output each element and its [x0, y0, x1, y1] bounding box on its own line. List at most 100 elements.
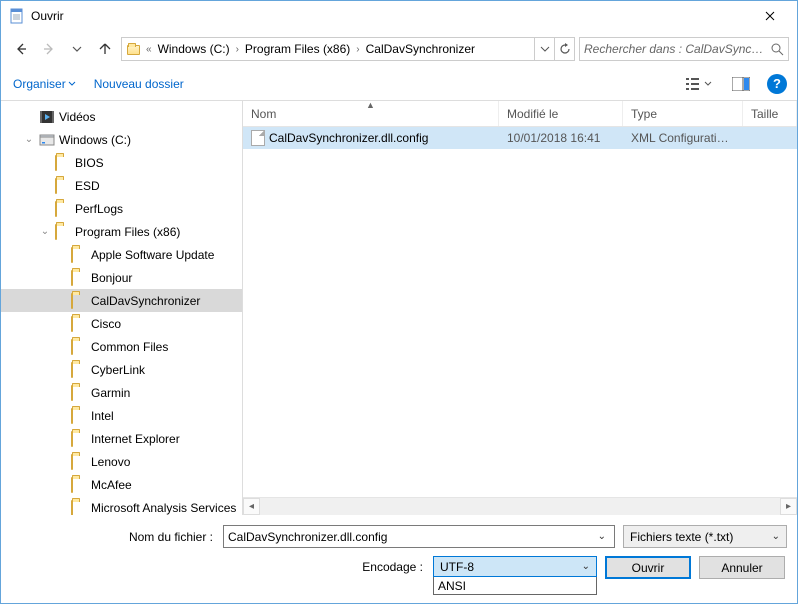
folder-icon [55, 201, 71, 217]
tree-item[interactable]: ⌄ Windows (C:) [1, 128, 242, 151]
chevron-right-icon[interactable]: › [234, 44, 241, 55]
new-folder-button[interactable]: Nouveau dossier [94, 77, 184, 91]
chevron-right-icon[interactable]: › [354, 44, 361, 55]
address-dropdown[interactable] [534, 37, 554, 61]
close-button[interactable] [747, 1, 793, 31]
encoding-selected[interactable]: UTF-8 ⌄ [433, 556, 597, 577]
encoding-label: Encodage : [11, 556, 433, 574]
preview-pane-button[interactable] [725, 73, 757, 95]
file-type: XML Configuratio… [623, 131, 743, 145]
folder-icon [71, 270, 87, 286]
encoding-option[interactable]: ANSI [434, 577, 596, 594]
tree-item[interactable]: Cisco [1, 312, 242, 335]
folder-icon [55, 155, 71, 171]
dialog-title: Ouvrir [31, 9, 747, 23]
chevron-down-icon [704, 80, 712, 88]
breadcrumb-overflow[interactable]: « [144, 44, 154, 55]
forward-button [37, 37, 61, 61]
filename-history-dropdown[interactable]: ⌄ [594, 531, 610, 542]
titlebar: Ouvrir [1, 1, 797, 31]
tree-item-label: CalDavSynchronizer [91, 294, 200, 308]
tree-item-label: Vidéos [59, 110, 95, 124]
search-icon [770, 42, 784, 56]
tree-item-label: Cisco [91, 317, 121, 331]
tree-item[interactable]: Microsoft Analysis Services [1, 496, 242, 515]
tree-item[interactable]: Intel [1, 404, 242, 427]
help-button[interactable]: ? [767, 74, 787, 94]
tree-item-label: Bonjour [91, 271, 132, 285]
folder-tree[interactable]: Vidéos ⌄ Windows (C:) BIOS ESD PerfLogs ⌄ Progr… [1, 101, 243, 515]
tree-item[interactable]: Lenovo [1, 450, 242, 473]
tree-item[interactable]: Garmin [1, 381, 242, 404]
toolbar: Organiser Nouveau dossier ? [1, 67, 797, 101]
chevron-down-icon [68, 80, 76, 88]
organize-menu[interactable]: Organiser [11, 73, 78, 95]
file-row[interactable]: CalDavSynchronizer.dll.config 10/01/2018 … [243, 127, 797, 149]
breadcrumb-seg-2[interactable]: CalDavSynchronizer [362, 38, 479, 60]
file-name: CalDavSynchronizer.dll.config [269, 131, 428, 145]
tree-item-label: Intel [91, 409, 114, 423]
file-list[interactable]: CalDavSynchronizer.dll.config 10/01/2018 … [243, 127, 797, 497]
horizontal-scrollbar[interactable]: ◂ ▸ [243, 497, 797, 515]
folder-icon [71, 408, 87, 424]
folder-icon [71, 339, 87, 355]
tree-item[interactable]: Bonjour [1, 266, 242, 289]
tree-item[interactable]: Vidéos [1, 105, 242, 128]
scroll-left-button[interactable]: ◂ [243, 498, 260, 515]
cancel-button[interactable]: Annuler [699, 556, 785, 579]
navigation-bar: « Windows (C:) › Program Files (x86) › C… [1, 31, 797, 67]
scroll-right-button[interactable]: ▸ [780, 498, 797, 515]
refresh-button[interactable] [554, 37, 574, 61]
up-button[interactable] [93, 37, 117, 61]
tree-item-label: McAfee [91, 478, 132, 492]
tree-item-label: ESD [75, 179, 100, 193]
file-type-filter[interactable]: Fichiers texte (*.txt) ⌄ [623, 525, 787, 548]
folder-open-icon [55, 224, 71, 240]
column-size[interactable]: Taille [743, 101, 797, 126]
bottom-panel: Nom du fichier : CalDavSynchronizer.dll.… [1, 515, 797, 603]
tree-item[interactable]: ESD [1, 174, 242, 197]
sort-asc-icon: ▲ [366, 100, 375, 110]
dialog-body: Vidéos ⌄ Windows (C:) BIOS ESD PerfLogs ⌄ Progr… [1, 101, 797, 515]
tree-item[interactable]: CalDavSynchronizer [1, 289, 242, 312]
folder-icon [71, 385, 87, 401]
folder-icon [71, 477, 87, 493]
tree-item[interactable]: McAfee [1, 473, 242, 496]
location-icon [122, 44, 144, 54]
tree-item[interactable]: BIOS [1, 151, 242, 174]
open-button[interactable]: Ouvrir [605, 556, 691, 579]
address-bar[interactable]: « Windows (C:) › Program Files (x86) › C… [121, 37, 575, 61]
tree-item[interactable]: PerfLogs [1, 197, 242, 220]
encoding-dropdown-list: ANSI [433, 577, 597, 595]
tree-item-label: Windows (C:) [59, 133, 131, 147]
column-type[interactable]: Type [623, 101, 743, 126]
tree-item[interactable]: Internet Explorer [1, 427, 242, 450]
view-options-button[interactable] [683, 73, 715, 95]
notepad-icon [9, 8, 25, 24]
breadcrumb-seg-1[interactable]: Program Files (x86) [241, 38, 354, 60]
file-modified: 10/01/2018 16:41 [499, 131, 623, 145]
folder-icon [71, 316, 87, 332]
search-input[interactable]: Rechercher dans : CalDavSync… [579, 37, 789, 61]
tree-item-label: Garmin [91, 386, 130, 400]
folder-icon [71, 500, 87, 516]
tree-item[interactable]: Common Files [1, 335, 242, 358]
videos-icon [39, 109, 55, 125]
breadcrumb-seg-0[interactable]: Windows (C:) [154, 38, 234, 60]
tree-item[interactable]: Apple Software Update [1, 243, 242, 266]
folder-icon [71, 247, 87, 263]
collapse-icon[interactable]: ⌄ [23, 134, 35, 145]
collapse-icon[interactable]: ⌄ [39, 226, 51, 237]
tree-item-label: Program Files (x86) [75, 225, 180, 239]
encoding-combobox[interactable]: UTF-8 ⌄ ANSI [433, 556, 597, 595]
chevron-down-icon: ⌄ [772, 531, 780, 542]
back-button[interactable] [9, 37, 33, 61]
recent-locations-button[interactable] [65, 37, 89, 61]
filename-input[interactable]: CalDavSynchronizer.dll.config ⌄ [223, 525, 615, 548]
tree-item[interactable]: ⌄ Program Files (x86) [1, 220, 242, 243]
folder-icon [55, 178, 71, 194]
column-name[interactable]: Nom ▲ [243, 101, 499, 126]
tree-item[interactable]: CyberLink [1, 358, 242, 381]
column-modified[interactable]: Modifié le [499, 101, 623, 126]
tree-item-label: Lenovo [91, 455, 130, 469]
